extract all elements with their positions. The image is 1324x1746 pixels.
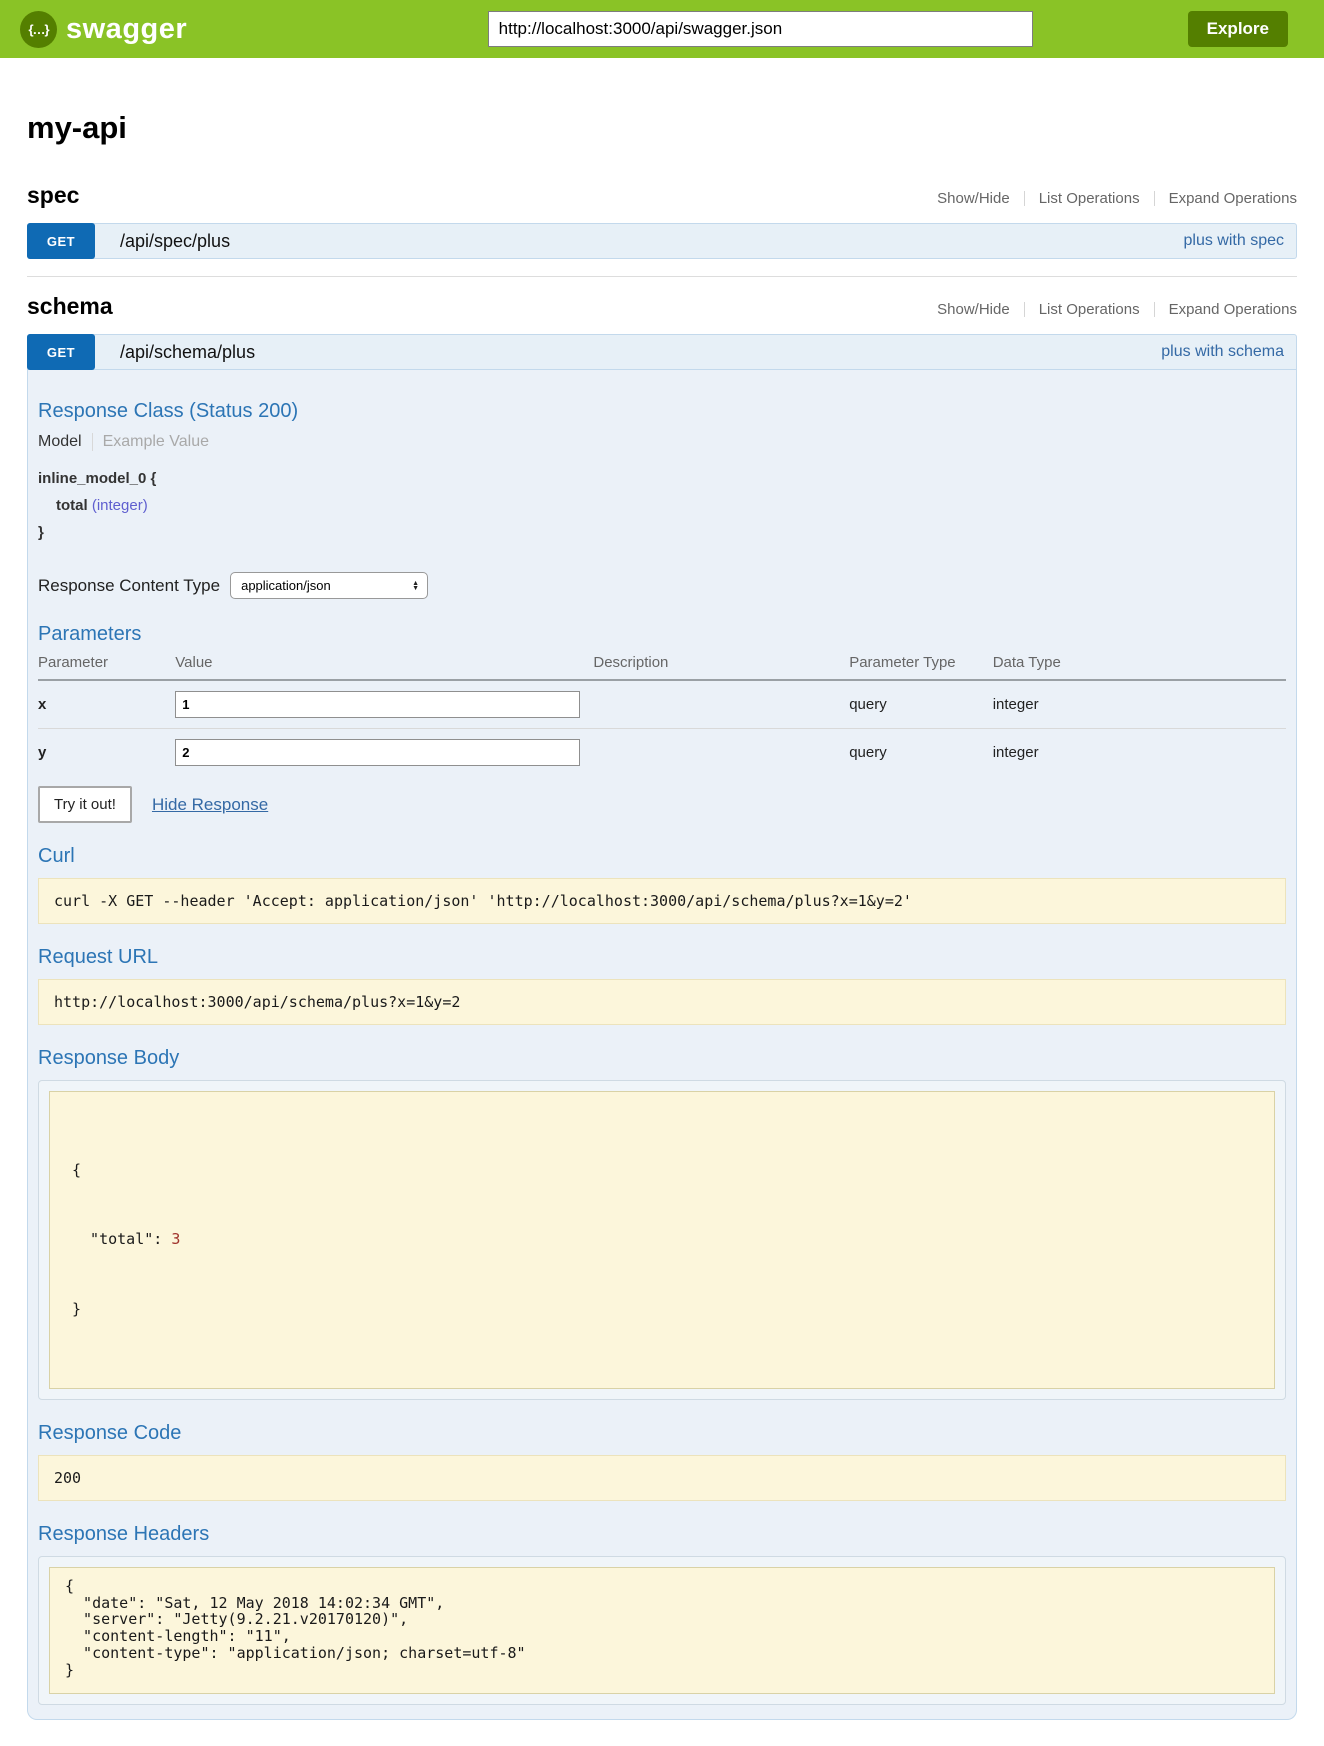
param-data-type: integer xyxy=(993,680,1286,729)
param-value-input-y[interactable] xyxy=(175,739,580,766)
parameter-row-x: x query integer xyxy=(38,680,1286,729)
response-body-heading: Response Body xyxy=(38,1047,1286,1070)
json-key: "total": xyxy=(72,1230,171,1248)
model-open: inline_model_0 { xyxy=(38,465,1286,492)
explore-button[interactable]: Explore xyxy=(1188,11,1288,47)
col-header-parameter: Parameter xyxy=(38,648,175,680)
get-method-button[interactable]: GET xyxy=(27,223,95,259)
resource-section-schema: schema Show/Hide List Operations Expand … xyxy=(27,293,1297,1720)
json-number-value: 3 xyxy=(171,1230,180,1248)
json-close-brace: } xyxy=(72,1298,1252,1321)
operation-expanded-content: Response Class (Status 200) Model Exampl… xyxy=(27,370,1297,1720)
response-headers-block: { "date": "Sat, 12 May 2018 14:02:34 GMT… xyxy=(49,1567,1275,1694)
hide-response-link[interactable]: Hide Response xyxy=(152,795,268,815)
list-operations-link[interactable]: List Operations xyxy=(1039,301,1140,318)
model-close: } xyxy=(38,519,1286,546)
col-header-data-type: Data Type xyxy=(993,648,1286,680)
response-body-panel: { "total": 3 } xyxy=(38,1080,1286,1400)
param-type: query xyxy=(849,680,993,729)
col-header-value: Value xyxy=(175,648,593,680)
resource-heading-spec[interactable]: spec xyxy=(27,182,79,209)
request-url-heading: Request URL xyxy=(38,946,1286,969)
curl-heading: Curl xyxy=(38,845,1286,868)
col-header-parameter-type: Parameter Type xyxy=(849,648,993,680)
model-property-name: total xyxy=(56,497,88,514)
resource-controls-schema: Show/Hide List Operations Expand Operati… xyxy=(937,301,1297,318)
tab-example-value[interactable]: Example Value xyxy=(103,433,209,451)
json-open-brace: { xyxy=(72,1159,1252,1182)
response-class-heading: Response Class (Status 200) xyxy=(38,400,1286,423)
page-title: my-api xyxy=(27,110,1297,146)
endpoint-path[interactable]: /api/spec/plus xyxy=(120,231,230,252)
param-value-input-x[interactable] xyxy=(175,691,580,718)
endpoint-summary-link[interactable]: plus with spec xyxy=(1184,232,1285,250)
section-divider xyxy=(27,276,1297,277)
model-property-type: (integer) xyxy=(92,497,148,514)
curl-command-block: curl -X GET --header 'Accept: applicatio… xyxy=(38,878,1286,924)
response-content-type-label: Response Content Type xyxy=(38,576,220,596)
tab-divider xyxy=(92,433,93,451)
tab-model[interactable]: Model xyxy=(38,433,82,451)
swagger-logo[interactable]: {…} swagger xyxy=(20,11,187,48)
response-headers-heading: Response Headers xyxy=(38,1523,1286,1546)
resource-controls-spec: Show/Hide List Operations Expand Operati… xyxy=(937,190,1297,207)
model-tabs: Model Example Value xyxy=(38,433,1286,451)
response-code-heading: Response Code xyxy=(38,1422,1286,1445)
brand-name: swagger xyxy=(66,13,187,46)
expand-operations-link[interactable]: Expand Operations xyxy=(1169,301,1297,318)
parameters-table: Parameter Value Description Parameter Ty… xyxy=(38,648,1286,776)
control-divider xyxy=(1154,191,1155,206)
spec-url-input[interactable] xyxy=(488,11,1033,47)
expand-operations-link[interactable]: Expand Operations xyxy=(1169,190,1297,207)
endpoint-path[interactable]: /api/schema/plus xyxy=(120,342,255,363)
param-type: query xyxy=(849,729,993,777)
endpoint-row-schema-plus[interactable]: GET /api/schema/plus plus with schema xyxy=(27,334,1297,370)
resource-section-spec: spec Show/Hide List Operations Expand Op… xyxy=(27,182,1297,259)
swagger-logo-icon: {…} xyxy=(20,11,57,48)
try-it-out-button[interactable]: Try it out! xyxy=(38,786,132,823)
param-description xyxy=(593,680,849,729)
list-operations-link[interactable]: List Operations xyxy=(1039,190,1140,207)
param-name: x xyxy=(38,680,175,729)
parameter-row-y: y query integer xyxy=(38,729,1286,777)
select-arrows-icon: ▲▼ xyxy=(412,581,419,591)
endpoint-row-spec-plus[interactable]: GET /api/spec/plus plus with spec xyxy=(27,223,1297,259)
response-headers-panel: { "date": "Sat, 12 May 2018 14:02:34 GMT… xyxy=(38,1556,1286,1705)
get-method-button[interactable]: GET xyxy=(27,334,95,370)
show-hide-link[interactable]: Show/Hide xyxy=(937,190,1010,207)
response-code-block: 200 xyxy=(38,1455,1286,1501)
param-data-type: integer xyxy=(993,729,1286,777)
response-body-block: { "total": 3 } xyxy=(49,1091,1275,1389)
selected-content-type: application/json xyxy=(241,578,331,593)
parameters-heading: Parameters xyxy=(38,623,1286,646)
model-signature: inline_model_0 { total (integer) } xyxy=(38,465,1286,546)
request-url-block: http://localhost:3000/api/schema/plus?x=… xyxy=(38,979,1286,1025)
show-hide-link[interactable]: Show/Hide xyxy=(937,301,1010,318)
param-name: y xyxy=(38,729,175,777)
control-divider xyxy=(1024,191,1025,206)
endpoint-summary-link[interactable]: plus with schema xyxy=(1161,343,1284,361)
control-divider xyxy=(1024,302,1025,317)
resource-heading-schema[interactable]: schema xyxy=(27,293,113,320)
param-description xyxy=(593,729,849,777)
control-divider xyxy=(1154,302,1155,317)
col-header-description: Description xyxy=(593,648,849,680)
top-header-bar: {…} swagger Explore xyxy=(0,0,1324,58)
response-content-type-select[interactable]: application/json ▲▼ xyxy=(230,572,428,599)
